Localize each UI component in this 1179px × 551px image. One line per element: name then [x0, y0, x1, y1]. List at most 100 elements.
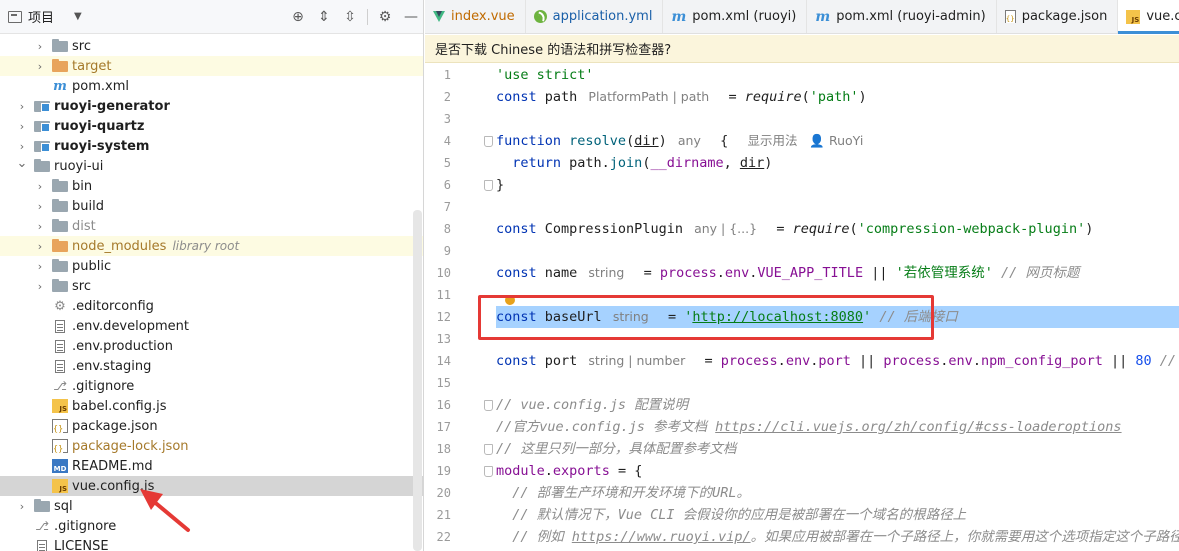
chevron-right-icon[interactable]: ›	[34, 280, 46, 293]
tree-item[interactable]: JS vue.config.js	[0, 476, 423, 496]
tree-item[interactable]: › build	[0, 196, 423, 216]
code-token: // 这里只列一部分，具体配置参考文档	[496, 441, 737, 457]
config-file-icon: ⚙	[54, 298, 66, 314]
editor-tab[interactable]: m pom.xml (ruoyi)	[663, 0, 808, 33]
editor-tab[interactable]: JS vue.c	[1118, 0, 1179, 34]
chevron-right-icon[interactable]: ›	[16, 500, 28, 513]
code-token: 。如果应用被部署在一个子路径上，你就需要用这个选项指定这个子路径。例	[750, 529, 1179, 545]
chevron-down-icon[interactable]: ⌄	[16, 156, 28, 171]
tree-item[interactable]: ⎇ .gitignore	[0, 376, 423, 396]
gear-icon[interactable]: ⚙	[372, 4, 398, 30]
code-token: module	[496, 463, 545, 479]
code-line[interactable]: // 部署生产环境和开发环境下的URL。	[496, 482, 1179, 504]
tree-item[interactable]: .env.staging	[0, 356, 423, 376]
code-token: __dirname	[650, 155, 724, 171]
chevron-right-icon[interactable]: ›	[34, 240, 46, 253]
chevron-right-icon[interactable]: ›	[34, 180, 46, 193]
chevron-right-icon[interactable]: ›	[34, 40, 46, 53]
code-line[interactable]: const port string | number = process.env…	[496, 350, 1179, 372]
module-folder-icon	[34, 120, 50, 132]
tree-item[interactable]: › ruoyi-quartz	[0, 116, 423, 136]
expand-all-icon[interactable]: ⇕	[311, 4, 337, 30]
code-line[interactable]: // 默认情况下，Vue CLI 会假设你的应用是被部署在一个域名的根路径上	[496, 504, 1179, 526]
tree-item[interactable]: › sql	[0, 496, 423, 516]
code-area[interactable]: 'use strict' const path PlatformPath | pa…	[496, 63, 1179, 551]
tree-item[interactable]: .env.production	[0, 336, 423, 356]
code-token: )	[1085, 221, 1094, 237]
tree-item[interactable]: MD README.md	[0, 456, 423, 476]
line-number: 10	[436, 266, 451, 280]
code-line[interactable]: const path PlatformPath | path = require…	[496, 86, 1179, 108]
chevron-right-icon[interactable]: ›	[34, 220, 46, 233]
code-line[interactable]: const name string = process.env.VUE_APP_…	[496, 262, 1179, 284]
code-token: .	[777, 353, 786, 369]
tree-item[interactable]: ⚙ .editorconfig	[0, 296, 423, 316]
tree-item[interactable]: › src	[0, 36, 423, 56]
tree-item[interactable]: LICENSE	[0, 536, 423, 551]
tree-item[interactable]: m pom.xml	[0, 76, 423, 96]
code-line[interactable]: // 例如 https://www.ruoyi.vip/。如果应用被部署在一个子…	[496, 526, 1179, 548]
tree-item[interactable]: .env.development	[0, 316, 423, 336]
code-token: require	[792, 221, 850, 237]
code-line[interactable]: const CompressionPlugin any | {...} = re…	[496, 218, 1179, 240]
code-line[interactable]: module.exports = {	[496, 460, 1179, 482]
fold-marker-icon[interactable]	[484, 400, 493, 411]
code-line[interactable]	[496, 284, 1179, 306]
tree-item[interactable]: JS babel.config.js	[0, 396, 423, 416]
code-line[interactable]	[496, 240, 1179, 262]
chevron-right-icon[interactable]: ›	[16, 140, 28, 153]
code-line[interactable]	[496, 372, 1179, 394]
code-line[interactable]: //官方vue.config.js 参考文档 https://cli.vuejs…	[496, 416, 1179, 438]
chevron-down-icon[interactable]: ▼	[74, 11, 82, 22]
code-token: const	[496, 309, 545, 325]
tree-item[interactable]: › bin	[0, 176, 423, 196]
editor-tab[interactable]: m pom.xml (ruoyi-admin)	[807, 0, 997, 33]
tree-item[interactable]: › src	[0, 276, 423, 296]
fold-marker-icon[interactable]	[484, 444, 493, 455]
tree-item[interactable]: ⌄ ruoyi-ui	[0, 156, 423, 176]
fold-marker-icon[interactable]	[484, 466, 493, 477]
code-token: // 网页标题	[992, 265, 1080, 281]
fold-marker-icon[interactable]	[484, 180, 493, 191]
code-token: .	[716, 265, 725, 281]
project-tree-scrollbar[interactable]	[413, 210, 422, 551]
code-token: // 部署生产环境和开发环境下的URL。	[496, 485, 751, 501]
fold-marker-icon[interactable]	[484, 136, 493, 147]
tree-item-label: .gitignore	[72, 378, 135, 394]
code-line[interactable]: }	[496, 174, 1179, 196]
tree-item[interactable]: package-lock.json	[0, 436, 423, 456]
minimize-icon[interactable]: —	[398, 4, 423, 30]
code-token: 'path'	[809, 89, 859, 105]
tree-item[interactable]: › ruoyi-generator	[0, 96, 423, 116]
tree-item[interactable]: › public	[0, 256, 423, 276]
tree-item[interactable]: › ruoyi-system	[0, 136, 423, 156]
code-line[interactable]	[496, 196, 1179, 218]
tree-item[interactable]: › dist	[0, 216, 423, 236]
collapse-all-icon[interactable]: ⇳	[337, 4, 363, 30]
code-token: env	[785, 353, 811, 369]
code-line[interactable]	[496, 328, 1179, 350]
tree-item-label: .env.production	[72, 338, 173, 354]
chevron-right-icon[interactable]: ›	[34, 200, 46, 213]
code-line[interactable]: 'use strict'	[496, 64, 1179, 86]
code-line[interactable]: const baseUrl string = 'http://localhost…	[496, 306, 1179, 328]
tree-item[interactable]: › node_modules library root	[0, 236, 423, 256]
crosshair-icon[interactable]: ⊕	[285, 4, 311, 30]
code-line[interactable]: // 这里只列一部分，具体配置参考文档	[496, 438, 1179, 460]
tree-item[interactable]: ⎇ .gitignore	[0, 516, 423, 536]
chevron-right-icon[interactable]: ›	[16, 120, 28, 133]
editor-tab[interactable]: application.yml	[526, 0, 664, 33]
tree-item[interactable]: package.json	[0, 416, 423, 436]
code-line[interactable]	[496, 108, 1179, 130]
code-line[interactable]: function resolve(dir) any { 显示用法 👤 RuoYi	[496, 130, 1179, 152]
chevron-right-icon[interactable]: ›	[34, 260, 46, 273]
code-line[interactable]: return path.join(__dirname, dir)	[496, 152, 1179, 174]
project-view-selector[interactable]: 项目 ▼	[0, 7, 82, 26]
spellcheck-notification[interactable]: 是否下载 Chinese 的语法和拼写检查器?	[425, 35, 1179, 63]
editor-tab[interactable]: index.vue	[425, 0, 526, 33]
chevron-right-icon[interactable]: ›	[34, 60, 46, 73]
tree-item[interactable]: › target	[0, 56, 423, 76]
chevron-right-icon[interactable]: ›	[16, 100, 28, 113]
code-line[interactable]: // vue.config.js 配置说明	[496, 394, 1179, 416]
editor-tab[interactable]: package.json	[997, 0, 1119, 33]
